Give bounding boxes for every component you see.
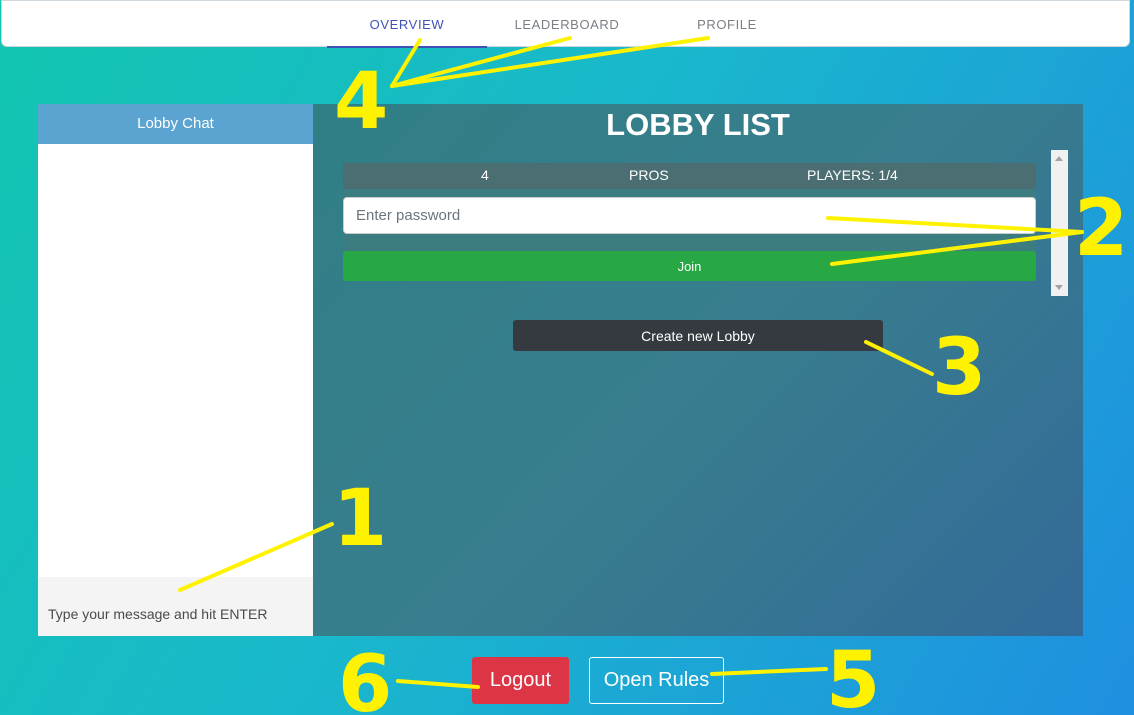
chat-header: Lobby Chat [38,104,313,144]
annotation-number-5: 5 [826,636,880,715]
lobby-chat-panel: Lobby Chat [38,104,313,636]
lobby-entry-info: 4 PROS PLAYERS: 1/4 [343,163,1036,189]
scroll-down-arrow-icon[interactable] [1055,285,1063,290]
lobby-list-scrollbar[interactable] [1051,150,1068,296]
lobby-id: 4 [481,167,489,183]
tab-profile[interactable]: PROFILE [647,1,807,48]
lobby-password-input[interactable] [343,197,1036,234]
create-lobby-button[interactable]: Create new Lobby [513,320,883,351]
join-lobby-button[interactable]: Join [343,251,1036,281]
top-navigation: OVERVIEW LEADERBOARD PROFILE [1,0,1130,48]
lobby-list-title: LOBBY LIST [606,107,790,142]
lobby-entry: 4 PROS PLAYERS: 1/4 Join [343,163,1036,281]
lobby-name: PROS [629,167,669,183]
tab-leaderboard[interactable]: LEADERBOARD [487,1,647,48]
open-rules-button[interactable]: Open Rules [589,657,724,704]
annotation-line-5 [710,667,828,676]
annotation-line-6 [396,679,480,689]
chat-message-input[interactable] [38,577,313,636]
annotation-number-6: 6 [338,640,392,715]
lobby-list-panel: LOBBY LIST 4 PROS PLAYERS: 1/4 Join Crea… [313,104,1083,636]
active-tab-indicator [327,46,487,48]
lobby-players: PLAYERS: 1/4 [807,167,898,183]
logout-button[interactable]: Logout [472,657,569,704]
tab-overview[interactable]: OVERVIEW [327,1,487,48]
scroll-up-arrow-icon[interactable] [1055,156,1063,161]
